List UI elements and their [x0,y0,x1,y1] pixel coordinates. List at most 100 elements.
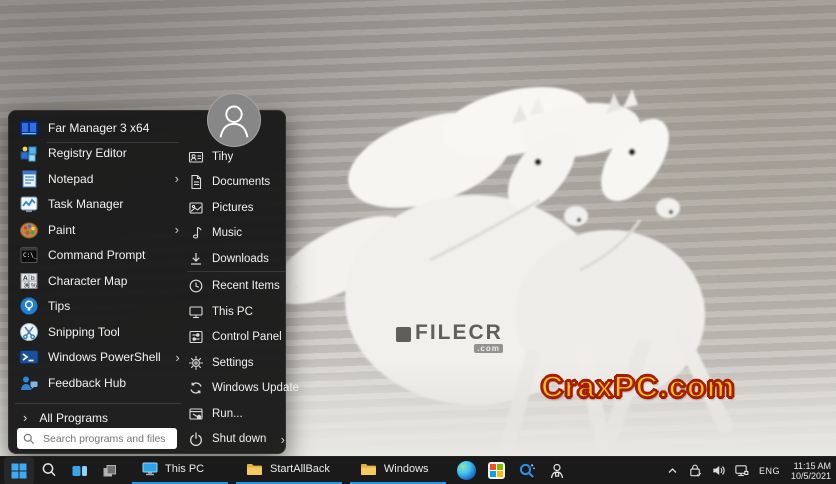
shut-down-icon [187,431,204,448]
start-menu-item-command-prompt[interactable]: C:\_ Command Prompt [15,243,183,269]
downloads-icon [187,250,204,267]
svg-text:C:\_: C:\_ [23,252,38,259]
people-icon [548,462,566,480]
powershell-icon [18,347,39,368]
folder-icon [246,462,263,476]
start-menu-item-control-panel[interactable]: Control Panel [185,325,287,351]
submenu-chevron-icon: › [169,222,179,237]
language-indicator[interactable]: ENG [756,466,783,476]
start-menu-item-this-pc[interactable]: This PC [185,299,287,325]
folder-icon [360,462,377,476]
start-menu-item-tips[interactable]: Tips [15,294,183,320]
edge-icon [457,461,476,480]
start-menu-item-shut-down[interactable]: Shut down › [185,427,287,453]
search-icon [23,433,35,445]
people-button[interactable] [542,457,572,484]
start-menu-item-settings[interactable]: Settings [185,350,287,376]
taskbar-search-button[interactable] [34,457,64,484]
settings-icon [187,354,204,371]
widgets-button[interactable] [94,457,124,484]
taskbar-clock[interactable]: 11:15 AM 10/5/2021 [791,461,831,481]
volume-button[interactable] [710,462,728,480]
start-menu-item-recent-items[interactable]: Recent Items › [185,274,287,300]
start-menu-item-windows-powershell[interactable]: Windows PowerShell › [15,345,183,371]
far-manager-icon [18,117,39,138]
microsoft-store-button[interactable] [482,457,512,484]
search-input[interactable] [41,432,171,446]
desktop: FILECR .com CraxPC.com Far Manager 3 x64 [0,0,836,484]
tray-expand-button[interactable] [664,462,682,480]
start-menu-left-column: Far Manager 3 x64 Registry Editor Notepa… [15,115,183,396]
user-avatar[interactable] [207,93,261,147]
clock-time: 11:15 AM [794,461,831,471]
feedback-hub-icon [18,372,39,393]
expand-chevron-icon: › [23,410,27,425]
user-avatar-icon [208,93,260,147]
paint-icon [18,219,39,240]
start-menu-item-notepad[interactable]: Notepad › [15,166,183,192]
start-button[interactable] [4,457,34,484]
recent-items-icon [187,278,204,295]
start-menu-item-downloads[interactable]: Downloads [185,246,287,272]
separator [15,403,181,404]
start-menu-item-music[interactable]: Music [185,221,287,247]
submenu-chevron-icon: › [275,432,285,447]
filecr-text: FILECR [415,323,503,343]
music-icon [187,225,204,242]
volume-icon [711,463,726,478]
taskbar-task-windows[interactable]: Windows [350,457,446,484]
start-menu-item-run[interactable]: Run... [185,401,287,427]
submenu-chevron-icon: › [170,350,180,365]
start-menu-item-task-manager[interactable]: Task Manager [15,192,183,218]
edge-button[interactable] [452,457,482,484]
filecr-watermark: FILECR .com [396,323,503,353]
notepad-icon [18,168,39,189]
submenu-chevron-icon: › [169,171,179,186]
start-menu-item-character-map[interactable]: Ab⌘% Character Map [15,268,183,294]
taskbar: This PC StartAllBack Windows [0,456,836,484]
magnifier-app-button[interactable] [512,457,542,484]
clock-date: 10/5/2021 [791,471,831,481]
start-menu-item-windows-update[interactable]: Windows Update [185,376,287,402]
start-menu-item-user-tihy[interactable]: Tihy [185,144,287,170]
system-tray: ENG 11:15 AM 10/5/2021 [664,461,836,481]
windows-start-icon [11,463,27,479]
start-menu-item-paint[interactable]: Paint › [15,217,183,243]
pictures-icon [187,199,204,216]
documents-icon [187,174,204,191]
task-view-button[interactable] [64,457,94,484]
chevron-up-icon [667,465,678,476]
start-menu-item-documents[interactable]: Documents [185,170,287,196]
tips-icon [18,296,39,317]
snipping-tool-icon [18,321,39,342]
task-manager-icon [18,194,39,215]
security-lock-icon [688,463,703,478]
network-button[interactable] [733,462,751,480]
craxpc-watermark: CraxPC.com [541,369,735,405]
start-menu: Far Manager 3 x64 Registry Editor Notepa… [8,110,286,454]
start-menu-search[interactable] [17,428,177,449]
command-prompt-icon: C:\_ [18,245,39,266]
registry-editor-icon [18,143,39,164]
start-menu-right-column: Tihy Documents Pictures Music [185,144,287,452]
character-map-icon: Ab⌘% [18,270,39,291]
security-status-button[interactable] [687,462,705,480]
svg-text:b: b [31,275,35,282]
taskbar-task-startallback[interactable]: StartAllBack [236,457,342,484]
start-menu-item-pictures[interactable]: Pictures [185,195,287,221]
start-menu-item-snipping-tool[interactable]: Snipping Tool [15,319,183,345]
filecr-com-badge: .com [474,344,503,353]
user-folder-icon [187,148,204,165]
start-menu-item-registry-editor[interactable]: Registry Editor [15,141,183,167]
submenu-chevron-icon: › [288,279,298,294]
run-icon [187,405,204,422]
filecr-logo-icon [396,327,411,342]
this-pc-icon [187,303,204,320]
taskbar-task-this-pc[interactable]: This PC [132,457,228,484]
svg-text:⌘: ⌘ [23,282,30,289]
control-panel-icon [187,329,204,346]
all-programs-button[interactable]: › All Programs [15,407,183,428]
start-menu-item-far-manager[interactable]: Far Manager 3 x64 [15,115,183,141]
network-icon [734,463,749,478]
start-menu-item-feedback-hub[interactable]: Feedback Hub [15,370,183,396]
